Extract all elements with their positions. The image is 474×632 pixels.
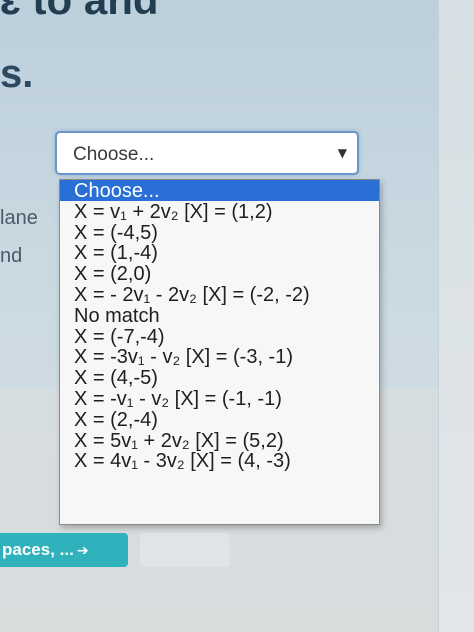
continue-button[interactable]: paces, ... ➔ [0,533,128,567]
dropdown-option[interactable]: X = (-7,-4) [60,326,379,348]
triangle-down-icon[interactable]: ▼ [338,146,347,160]
continue-button-label: paces, ... [2,540,74,559]
dropdown-option[interactable]: No match [60,305,379,327]
dropdown-option[interactable]: X = v₁ + 2v₂ [X] = (1,2) [60,201,379,223]
dropdown-option[interactable]: Choose... [60,180,379,202]
heading-fragment: ɛ to and [0,0,420,24]
right-margin-strip [438,0,474,632]
dropdown-option[interactable]: X = - 2v₁ - 2v₂ [X] = (-2, -2) [60,284,379,306]
select-current-value: Choose... [73,144,155,165]
dropdown-option[interactable]: X = (-4,5) [60,222,379,244]
dropdown-options-list[interactable]: Choose... X = v₁ + 2v₂ [X] = (1,2) X = (-4… [59,179,380,525]
answer-select[interactable]: Choose... ▼ [55,131,359,175]
secondary-button[interactable] [140,533,230,567]
heading-suffix: s. [0,52,34,96]
dropdown-option[interactable]: X = (2,-4) [60,409,379,431]
dropdown-option[interactable]: X = -3v₁ - v₂ [X] = (-3, -1) [60,346,379,368]
dropdown-option[interactable]: X = 4v₁ - 3v₂ [X] = (4, -3) [60,450,379,472]
arrow-right-icon: ➔ [76,543,89,559]
side-label-and: nd [0,245,23,267]
dropdown-option[interactable]: X = 5v₁ + 2v₂ [X] = (5,2) [60,430,379,452]
dropdown-option[interactable]: X = (4,-5) [60,367,379,389]
side-label-plane: lane [0,207,38,229]
dropdown-option[interactable]: X = (2,0) [60,263,379,285]
dropdown-option[interactable]: X = (1,-4) [60,242,379,264]
dropdown-option[interactable]: X = -v₁ - v₂ [X] = (-1, -1) [60,388,379,410]
